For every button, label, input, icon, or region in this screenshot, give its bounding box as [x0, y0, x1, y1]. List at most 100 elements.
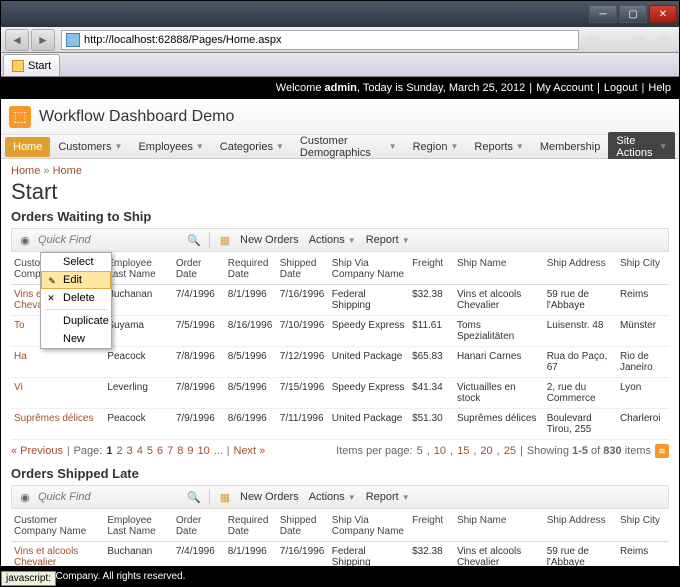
- new-orders-link[interactable]: New Orders: [236, 491, 303, 503]
- favorites-icon[interactable]: ★: [631, 30, 651, 50]
- table-row[interactable]: Suprêmes délicesPeacock7/9/19968/6/19967…: [11, 409, 669, 440]
- column-header[interactable]: Employee Last Name: [104, 511, 173, 542]
- pager-next[interactable]: Next »: [234, 445, 266, 457]
- menu-item-reports[interactable]: Reports▼: [466, 137, 531, 157]
- cell[interactable]: Vi: [11, 378, 104, 409]
- window-close-button[interactable]: ✕: [649, 5, 677, 23]
- help-link[interactable]: Help: [648, 82, 671, 94]
- quick-find-input[interactable]: [36, 231, 183, 249]
- my-account-link[interactable]: My Account: [536, 82, 593, 94]
- table-row[interactable]: ViLeverling7/8/19968/5/19967/15/1996Spee…: [11, 378, 669, 409]
- pager-page[interactable]: ...: [214, 445, 223, 457]
- logout-link[interactable]: Logout: [604, 82, 638, 94]
- cell[interactable]: Ha: [11, 347, 104, 378]
- cell[interactable]: Suprêmes délices: [11, 409, 104, 440]
- menu-item-employees[interactable]: Employees▼: [130, 137, 211, 157]
- rss-icon[interactable]: ≋: [655, 444, 669, 458]
- new-orders-link[interactable]: New Orders: [236, 234, 303, 246]
- window-maximize-button[interactable]: ▢: [619, 5, 647, 23]
- menu-item-customers[interactable]: Customers▼: [50, 137, 130, 157]
- context-select[interactable]: Select: [41, 253, 111, 271]
- window-minimize-button[interactable]: ─: [589, 5, 617, 23]
- column-header[interactable]: Ship Address: [544, 254, 617, 285]
- pager-page[interactable]: 3: [127, 445, 133, 457]
- column-header[interactable]: Required Date: [225, 254, 277, 285]
- pager-size[interactable]: 10: [434, 445, 446, 457]
- view-selector-icon[interactable]: ◉: [16, 231, 34, 249]
- column-header[interactable]: Order Date: [173, 511, 225, 542]
- column-header[interactable]: Ship Address: [544, 511, 617, 542]
- context-delete[interactable]: ✕Delete: [41, 289, 111, 307]
- report-menu[interactable]: Report ▼: [362, 234, 414, 246]
- report-menu[interactable]: Report ▼: [362, 491, 414, 503]
- column-header[interactable]: Freight: [409, 511, 454, 542]
- cell: United Package: [329, 409, 409, 440]
- search-icon[interactable]: 🔍: [185, 488, 203, 506]
- search-icon[interactable]: 🔍: [185, 231, 203, 249]
- pager-size[interactable]: 25: [504, 445, 516, 457]
- column-header[interactable]: Shipped Date: [277, 511, 329, 542]
- pager-page[interactable]: 2: [116, 445, 122, 457]
- table-row[interactable]: HaPeacock7/8/19968/5/19967/12/1996United…: [11, 347, 669, 378]
- column-header[interactable]: Ship Name: [454, 254, 544, 285]
- pager-size[interactable]: 5: [417, 445, 423, 457]
- account-bar: Welcome admin, Today is Sunday, March 25…: [1, 77, 679, 99]
- column-header[interactable]: Ship Via Company Name: [329, 254, 409, 285]
- menu-item-region[interactable]: Region▼: [405, 137, 467, 157]
- quick-find-input[interactable]: [36, 488, 183, 506]
- url-field[interactable]: http://localhost:62888/Pages/Home.aspx: [61, 30, 579, 50]
- refresh-icon[interactable]: ↻: [583, 30, 603, 50]
- pager-page[interactable]: 9: [187, 445, 193, 457]
- edit-icon: ✎: [46, 275, 58, 287]
- new-icon[interactable]: ▦: [216, 231, 234, 249]
- column-header[interactable]: Ship Name: [454, 511, 544, 542]
- column-header[interactable]: Customer Company Name: [11, 511, 104, 542]
- cell: Reims: [617, 542, 669, 567]
- cell: 7/8/1996: [173, 378, 225, 409]
- column-header[interactable]: Required Date: [225, 511, 277, 542]
- pager-page[interactable]: 6: [157, 445, 163, 457]
- pager-page[interactable]: 1: [106, 445, 112, 457]
- site-actions-button[interactable]: Site Actions▼: [608, 132, 675, 162]
- breadcrumb-item[interactable]: Home: [11, 165, 40, 177]
- menu-item-membership[interactable]: Membership: [532, 137, 609, 157]
- pager-size[interactable]: 20: [480, 445, 492, 457]
- column-header[interactable]: Ship City: [617, 254, 669, 285]
- actions-menu[interactable]: Actions ▼: [305, 234, 360, 246]
- pager-page[interactable]: 5: [147, 445, 153, 457]
- context-duplicate[interactable]: Duplicate: [41, 312, 111, 330]
- cell: $65.83: [409, 347, 454, 378]
- pager-size[interactable]: 15: [457, 445, 469, 457]
- cell: Suyama: [104, 316, 173, 347]
- nav-forward-button[interactable]: ►: [31, 29, 55, 51]
- menu-item-customer-demographics[interactable]: Customer Demographics▼: [292, 131, 405, 163]
- pager-page[interactable]: 8: [177, 445, 183, 457]
- cell[interactable]: Vins et alcools Chevalier: [11, 542, 104, 567]
- tab-favicon: [12, 60, 24, 72]
- column-header[interactable]: Ship Via Company Name: [329, 511, 409, 542]
- column-header[interactable]: Employee Last Name: [104, 254, 173, 285]
- pager-prev[interactable]: « Previous: [11, 445, 63, 457]
- menu-item-home[interactable]: Home: [5, 137, 50, 157]
- cell: Peacock: [104, 409, 173, 440]
- pager-page[interactable]: 7: [167, 445, 173, 457]
- column-header[interactable]: Shipped Date: [277, 254, 329, 285]
- cell: Lyon: [617, 378, 669, 409]
- page-footer: © 2012 MyCompany. All rights reserved.: [1, 566, 679, 586]
- actions-menu[interactable]: Actions ▼: [305, 491, 360, 503]
- browser-tab[interactable]: Start: [3, 54, 60, 76]
- home-icon[interactable]: ⌂: [607, 30, 627, 50]
- column-header[interactable]: Freight: [409, 254, 454, 285]
- pager-page[interactable]: 4: [137, 445, 143, 457]
- new-icon[interactable]: ▦: [216, 488, 234, 506]
- nav-back-button[interactable]: ◄: [5, 29, 29, 51]
- menu-item-categories[interactable]: Categories▼: [212, 137, 292, 157]
- pager-page[interactable]: 10: [197, 445, 209, 457]
- tools-icon[interactable]: ⚙: [655, 30, 675, 50]
- column-header[interactable]: Order Date: [173, 254, 225, 285]
- context-new[interactable]: New: [41, 330, 111, 348]
- context-edit[interactable]: ✎Edit: [41, 271, 111, 289]
- view-selector-icon[interactable]: ◉: [16, 488, 34, 506]
- table-row[interactable]: Vins et alcools ChevalierBuchanan7/4/199…: [11, 542, 669, 567]
- column-header[interactable]: Ship City: [617, 511, 669, 542]
